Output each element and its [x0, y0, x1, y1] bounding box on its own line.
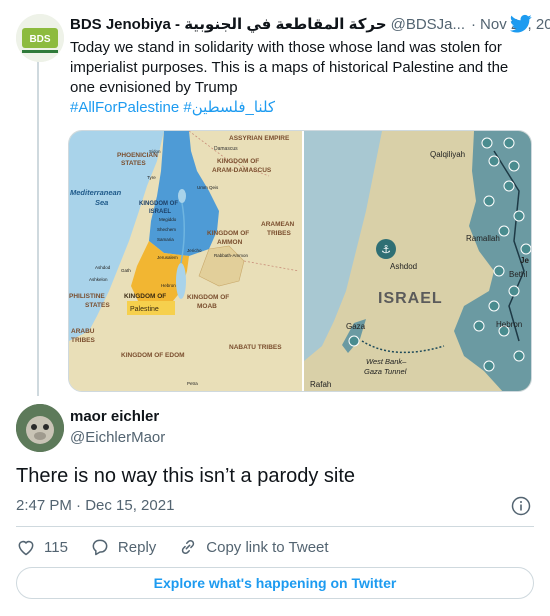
svg-text:Tyre: Tyre	[147, 175, 156, 180]
maor-avatar[interactable]	[16, 404, 64, 452]
parent-display-name[interactable]: BDS Jenobiya - حركة المقاطعة في الجنوبية	[70, 15, 387, 33]
svg-text:Ashkelon: Ashkelon	[89, 277, 108, 282]
svg-text:PHILISTINE: PHILISTINE	[69, 293, 105, 300]
svg-text:ARAM-DAMASCUS: ARAM-DAMASCUS	[212, 167, 272, 174]
svg-text:Damascus: Damascus	[214, 146, 238, 152]
like-button[interactable]: 115	[16, 537, 68, 557]
svg-text:KINGDOM OF: KINGDOM OF	[124, 293, 166, 300]
author-handle[interactable]: @EichlerMaor	[70, 429, 165, 446]
svg-text:KINGDOM OF: KINGDOM OF	[217, 158, 259, 165]
svg-text:Sidon: Sidon	[149, 149, 161, 154]
svg-text:STATES: STATES	[85, 302, 110, 309]
svg-text:Samaria: Samaria	[157, 237, 174, 242]
svg-text:KINGDOM OF EDOM: KINGDOM OF EDOM	[121, 352, 185, 359]
svg-text:NABATU TRIBES: NABATU TRIBES	[229, 344, 282, 351]
parent-tweet-text: Today we stand in solidarity with those …	[70, 38, 535, 118]
svg-text:ARABU: ARABU	[71, 328, 95, 335]
bds-logo-icon: BDS	[16, 14, 64, 62]
svg-text:Mediterranean: Mediterranean	[70, 188, 122, 197]
svg-text:Ashdod: Ashdod	[95, 265, 111, 270]
heart-icon	[18, 540, 34, 556]
parent-tweet-media[interactable]: ASSYRIAN EMPIRE Damascus PHOENICIAN STAT…	[68, 130, 532, 392]
svg-text:West Bank–: West Bank–	[366, 357, 407, 366]
svg-text:Gaza Tunnel: Gaza Tunnel	[364, 367, 407, 376]
svg-text:ISRAEL: ISRAEL	[378, 290, 443, 307]
parent-hashtags[interactable]: #AllForPalestine #كلنا_فلسطين	[70, 99, 275, 116]
svg-text:Je: Je	[520, 256, 529, 265]
twitter-bird-icon[interactable]	[510, 14, 532, 34]
svg-text:Jerusalem: Jerusalem	[157, 255, 178, 260]
svg-text:KINGDOM OF: KINGDOM OF	[187, 294, 229, 301]
separator-dot: ·	[471, 15, 477, 33]
tweet-actions: 115 Reply Copy link to Tweet	[16, 536, 351, 558]
svg-text:KINGDOM OF: KINGDOM OF	[207, 230, 249, 237]
svg-text:Rabbath-Ammon: Rabbath-Ammon	[214, 253, 249, 258]
link-icon	[182, 539, 195, 555]
svg-text:Megiddo: Megiddo	[159, 217, 177, 222]
thread-line	[37, 56, 39, 396]
copy-link-button[interactable]: Copy link to Tweet	[178, 537, 329, 557]
reply-button[interactable]: Reply	[90, 537, 156, 557]
svg-text:ISRAEL: ISRAEL	[149, 209, 171, 215]
bds-avatar[interactable]: BDS	[16, 14, 64, 62]
svg-text:Gaza: Gaza	[346, 322, 366, 331]
historical-map-image: ASSYRIAN EMPIRE Damascus PHOENICIAN STAT…	[69, 131, 302, 391]
svg-text:Palestine: Palestine	[130, 306, 159, 313]
like-count: 115	[44, 538, 68, 556]
explore-twitter-button[interactable]: Explore what's happening on Twitter	[16, 567, 534, 599]
svg-text:Jericho: Jericho	[187, 248, 202, 253]
svg-text:Gath: Gath	[121, 268, 131, 273]
trump-plan-map-image: ⚓ Qalqiliyah Ramallah Ashdod ISRAEL Gaza…	[304, 131, 531, 391]
svg-text:BDS: BDS	[29, 34, 50, 45]
tweet-text: There is no way this isn’t a parody site	[16, 465, 356, 487]
author-display-name[interactable]: maor eichler	[70, 408, 159, 425]
svg-text:Hebron: Hebron	[496, 320, 522, 329]
svg-text:Bethl: Bethl	[509, 270, 527, 279]
svg-text:Sea: Sea	[95, 198, 108, 207]
parent-tweet-body: Today we stand in solidarity with those …	[70, 39, 509, 96]
anchor-icon: ⚓	[381, 244, 391, 256]
svg-text:Ashdod: Ashdod	[390, 262, 417, 271]
svg-text:STATES: STATES	[121, 160, 146, 167]
divider	[16, 526, 534, 527]
profile-photo-icon	[16, 404, 64, 452]
svg-text:TRIBES: TRIBES	[267, 230, 292, 237]
parent-tweet-header: BDS Jenobiya - حركة المقاطعة في الجنوبية…	[70, 14, 550, 34]
svg-text:Hebron: Hebron	[161, 283, 176, 288]
reply-icon	[92, 539, 108, 556]
tweet-timestamp[interactable]: 2:47 PM · Dec 15, 2021	[16, 497, 174, 514]
svg-text:Qalqiliyah: Qalqiliyah	[430, 150, 465, 159]
copy-link-label: Copy link to Tweet	[206, 538, 329, 556]
svg-text:Umm Qeis: Umm Qeis	[197, 185, 219, 190]
svg-text:Petra: Petra	[187, 381, 198, 386]
parent-handle[interactable]: @BDSJa...	[391, 16, 465, 33]
svg-text:TRIBES: TRIBES	[71, 337, 96, 344]
svg-text:ARAMEAN: ARAMEAN	[261, 221, 295, 228]
svg-text:Ramallah: Ramallah	[466, 234, 500, 243]
svg-text:MOAB: MOAB	[197, 303, 217, 310]
svg-text:ASSYRIAN EMPIRE: ASSYRIAN EMPIRE	[229, 135, 290, 142]
info-icon[interactable]	[511, 496, 531, 516]
parent-tweet[interactable]: BDS BDS Jenobiya - حركة المقاطعة في الجن…	[0, 0, 550, 396]
reply-label: Reply	[117, 538, 157, 556]
svg-text:Shechem: Shechem	[157, 227, 176, 232]
svg-text:Rafah: Rafah	[310, 380, 331, 389]
svg-text:AMMON: AMMON	[217, 239, 243, 246]
svg-text:KINGDOM OF: KINGDOM OF	[139, 201, 178, 207]
